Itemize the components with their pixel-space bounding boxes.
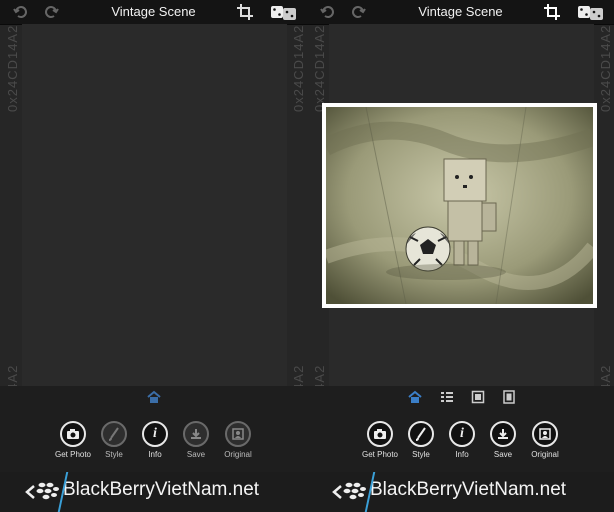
brand-text: BlackBerryVietNam.net: [370, 479, 567, 500]
bottom-toolbar: Get Photo Style i Info Save Original: [307, 386, 614, 472]
tab-row: [307, 386, 614, 408]
blackberry-logo-icon: [36, 482, 59, 500]
original-icon: [539, 428, 551, 440]
save-label: Save: [493, 450, 513, 459]
style-button[interactable]: Style: [399, 421, 443, 459]
style-label: Style: [412, 450, 430, 459]
camera-icon: [67, 429, 79, 439]
style-label: Style: [105, 450, 123, 459]
get-photo-label: Get Photo: [361, 450, 399, 459]
get-photo-label: Get Photo: [54, 450, 92, 459]
scene-tab-icon[interactable]: [147, 390, 161, 404]
watermark: 0x24CD14A2: [598, 24, 613, 112]
list-tab-icon[interactable]: [440, 390, 454, 404]
back-icon[interactable]: [331, 484, 343, 500]
dice-icon[interactable]: [577, 3, 605, 21]
info-button[interactable]: i Info: [133, 421, 177, 459]
info-label: Info: [455, 450, 469, 459]
save-button[interactable]: Save: [174, 421, 218, 459]
tab-row: [0, 386, 307, 408]
top-bar: Vintage Scene: [0, 0, 307, 25]
left-screen: Vintage Scene 0x24CD14A2 0x24CD14A2 0x24…: [0, 0, 307, 512]
save-button[interactable]: Save: [481, 421, 525, 459]
info-icon: i: [153, 426, 157, 441]
photo-image: [326, 107, 593, 304]
info-button[interactable]: i Info: [440, 421, 484, 459]
info-label: Info: [148, 450, 162, 459]
back-icon[interactable]: [24, 484, 36, 500]
footer-banner: BlackBerryVietNam.net: [307, 472, 614, 512]
original-label: Original: [224, 450, 252, 459]
bottom-toolbar: Get Photo Style i Info Save Original: [0, 386, 307, 472]
crop-icon[interactable]: [543, 3, 561, 21]
brush-icon: [415, 427, 426, 441]
brand-text: BlackBerryVietNam.net: [63, 479, 260, 500]
save-icon: [498, 429, 508, 439]
dice-icon[interactable]: [270, 3, 298, 21]
film-tab-icon[interactable]: [502, 390, 516, 404]
brush-icon: [108, 427, 119, 441]
original-button[interactable]: Original: [523, 421, 567, 459]
vintage-photo[interactable]: [322, 103, 597, 308]
app-title: Vintage Scene: [111, 4, 196, 19]
save-icon: [191, 429, 201, 439]
watermark: 0x24CD14A2: [291, 24, 306, 112]
top-bar: Vintage Scene: [307, 0, 614, 25]
scene-tab-icon[interactable]: [408, 390, 422, 404]
get-photo-button[interactable]: Get Photo: [51, 421, 95, 459]
blackberry-logo-icon: [343, 482, 366, 500]
photo-canvas[interactable]: [22, 24, 287, 386]
frame-tab-icon[interactable]: [471, 390, 485, 404]
watermark: 0x24CD14A2: [5, 24, 20, 112]
watermark: 0x24CD14A2: [312, 24, 327, 112]
info-icon: i: [460, 426, 464, 441]
style-button[interactable]: Style: [92, 421, 136, 459]
crop-icon[interactable]: [236, 3, 254, 21]
camera-icon: [374, 429, 386, 439]
original-button[interactable]: Original: [216, 421, 260, 459]
app-title: Vintage Scene: [418, 4, 503, 19]
save-label: Save: [186, 450, 206, 459]
original-label: Original: [531, 450, 559, 459]
get-photo-button[interactable]: Get Photo: [358, 421, 402, 459]
original-icon: [232, 428, 244, 440]
footer-banner: BlackBerryVietNam.net: [0, 472, 307, 512]
